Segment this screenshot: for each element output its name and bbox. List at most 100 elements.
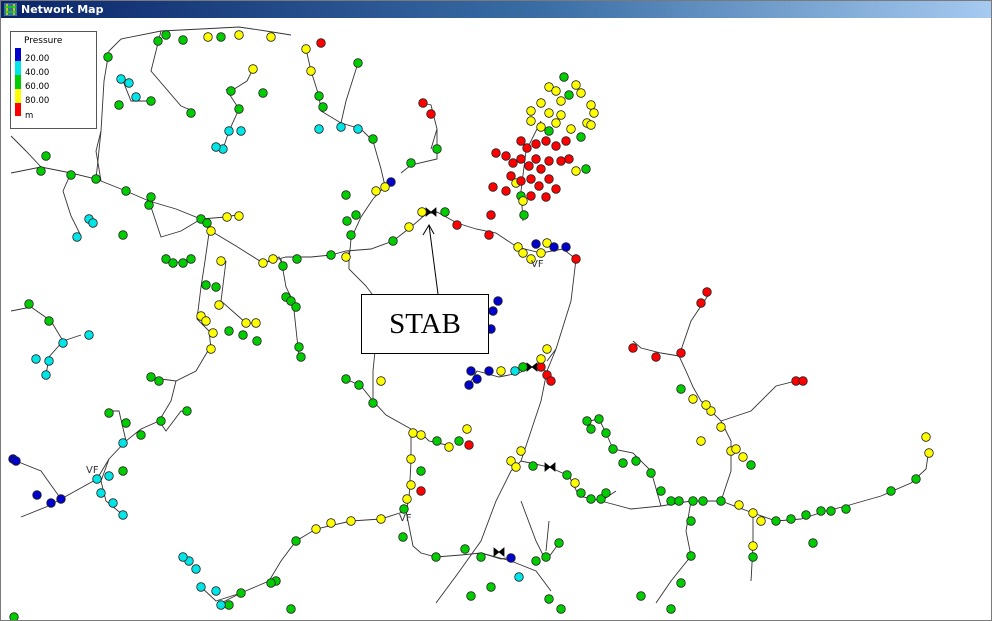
title-bar[interactable]: Network Map xyxy=(1,1,991,18)
junction-node[interactable] xyxy=(688,394,698,404)
junction-node[interactable] xyxy=(646,468,656,478)
junction-node[interactable] xyxy=(186,108,196,118)
junction-node[interactable] xyxy=(801,510,811,520)
junction-node[interactable] xyxy=(524,161,534,171)
junction-node[interactable] xyxy=(581,164,591,174)
junction-node[interactable] xyxy=(44,356,54,366)
junction-node[interactable] xyxy=(488,182,498,192)
junction-node[interactable] xyxy=(41,370,51,380)
pipe-link[interactable] xyxy=(340,62,359,124)
junction-node[interactable] xyxy=(518,362,528,372)
junction-node[interactable] xyxy=(628,343,638,353)
junction-node[interactable] xyxy=(576,132,586,142)
junction-node[interactable] xyxy=(258,258,268,268)
junction-node[interactable] xyxy=(556,156,566,166)
junction-node[interactable] xyxy=(104,408,114,418)
junction-node[interactable] xyxy=(748,552,758,562)
junction-node[interactable] xyxy=(556,110,566,120)
pipe-link[interactable] xyxy=(348,198,374,262)
junction-node[interactable] xyxy=(353,58,363,68)
junction-node[interactable] xyxy=(301,44,311,54)
junction-node[interactable] xyxy=(268,254,278,264)
junction-node[interactable] xyxy=(651,352,661,362)
junction-node[interactable] xyxy=(398,532,408,542)
junction-node[interactable] xyxy=(531,139,541,149)
junction-node[interactable] xyxy=(486,582,496,592)
pipe-link[interactable] xyxy=(220,260,253,324)
junction-node[interactable] xyxy=(346,230,356,240)
junction-node[interactable] xyxy=(224,326,234,336)
junction-node[interactable] xyxy=(440,207,450,217)
junction-node[interactable] xyxy=(124,78,134,88)
junction-node[interactable] xyxy=(526,174,536,184)
junction-node[interactable] xyxy=(341,190,351,200)
junction-node[interactable] xyxy=(224,600,234,610)
junction-node[interactable] xyxy=(748,541,758,551)
pipe-link[interactable] xyxy=(305,48,386,200)
junction-node[interactable] xyxy=(496,366,506,376)
junction-node[interactable] xyxy=(556,96,566,106)
junction-node[interactable] xyxy=(88,218,98,228)
junction-node[interactable] xyxy=(798,376,808,386)
junction-node[interactable] xyxy=(182,406,192,416)
junction-node[interactable] xyxy=(9,612,19,620)
junction-node[interactable] xyxy=(44,316,54,326)
junction-node[interactable] xyxy=(178,552,188,562)
junction-node[interactable] xyxy=(104,471,114,481)
junction-node[interactable] xyxy=(388,236,398,246)
junction-node[interactable] xyxy=(294,342,304,352)
junction-node[interactable] xyxy=(531,556,541,566)
junction-node[interactable] xyxy=(371,186,381,196)
junction-node[interactable] xyxy=(493,296,503,306)
junction-node[interactable] xyxy=(380,182,390,192)
junction-node[interactable] xyxy=(402,494,412,504)
junction-node[interactable] xyxy=(516,136,526,146)
pipe-link[interactable] xyxy=(400,129,438,174)
junction-node[interactable] xyxy=(716,422,726,432)
junction-node[interactable] xyxy=(601,428,611,438)
junction-node[interactable] xyxy=(56,494,66,504)
junction-node[interactable] xyxy=(201,280,211,290)
junction-node[interactable] xyxy=(432,436,442,446)
junction-node[interactable] xyxy=(252,336,262,346)
junction-node[interactable] xyxy=(406,480,416,490)
junction-node[interactable] xyxy=(688,496,698,506)
junction-node[interactable] xyxy=(666,496,676,506)
junction-node[interactable] xyxy=(211,142,221,152)
junction-node[interactable] xyxy=(544,594,554,604)
junction-node[interactable] xyxy=(536,362,546,372)
junction-node[interactable] xyxy=(460,544,470,554)
junction-node[interactable] xyxy=(316,38,326,48)
junction-node[interactable] xyxy=(404,222,414,232)
junction-node[interactable] xyxy=(674,496,684,506)
pipe-link[interactable] xyxy=(220,510,407,604)
junction-node[interactable] xyxy=(531,154,541,164)
junction-node[interactable] xyxy=(226,86,236,96)
junction-node[interactable] xyxy=(296,352,306,362)
pipe-link[interactable] xyxy=(545,520,550,552)
pipe-link[interactable] xyxy=(678,290,732,502)
junction-node[interactable] xyxy=(178,258,188,268)
junction-node[interactable] xyxy=(418,98,428,108)
junction-node[interactable] xyxy=(368,134,378,144)
junction-node[interactable] xyxy=(559,72,569,82)
junction-node[interactable] xyxy=(608,444,618,454)
junction-node[interactable] xyxy=(531,239,541,249)
junction-node[interactable] xyxy=(702,287,712,297)
junction-node[interactable] xyxy=(354,380,364,390)
valve-icon[interactable] xyxy=(526,362,538,372)
junction-node[interactable] xyxy=(511,462,521,472)
junction-node[interactable] xyxy=(241,318,251,328)
junction-node[interactable] xyxy=(676,578,686,588)
junction-node[interactable] xyxy=(516,154,526,164)
junction-node[interactable] xyxy=(686,551,696,561)
junction-node[interactable] xyxy=(571,254,581,264)
junction-node[interactable] xyxy=(518,196,528,206)
junction-node[interactable] xyxy=(376,376,386,386)
junction-node[interactable] xyxy=(534,181,544,191)
junction-node[interactable] xyxy=(234,211,244,221)
junction-node[interactable] xyxy=(196,582,206,592)
junction-node[interactable] xyxy=(564,154,574,164)
junction-node[interactable] xyxy=(586,100,596,110)
junction-node[interactable] xyxy=(541,192,551,202)
